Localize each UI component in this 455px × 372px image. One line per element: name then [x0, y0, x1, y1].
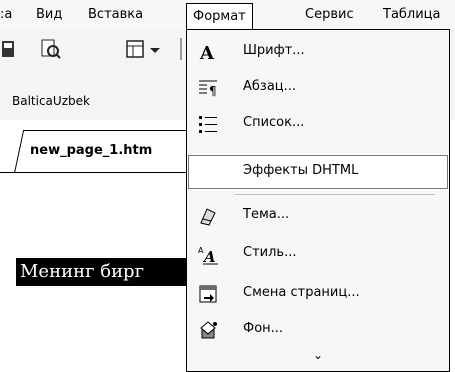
font-A-icon: A — [199, 43, 215, 63]
paragraph-icon: ¶ — [199, 80, 217, 98]
menu-item-label: Смена страниц... — [243, 285, 360, 300]
menu-item-page-transition[interactable]: Смена страниц... — [187, 276, 449, 312]
page-transition-icon — [199, 285, 217, 303]
format-menu: A Шрифт... ¶ Абзац... Список... Эффекты … — [186, 29, 450, 372]
menu-item-font[interactable]: A Шрифт... — [187, 34, 449, 70]
menu-item-style[interactable]: A A Стиль... — [187, 236, 449, 272]
menu-item-view[interactable]: Вид — [36, 7, 62, 22]
svg-text:A: A — [199, 43, 215, 63]
svg-text:A: A — [202, 248, 216, 265]
menu-item-dhtml-effects[interactable]: Эффекты DHTML — [187, 154, 449, 190]
menu-item-file-partial[interactable]: :а — [0, 7, 12, 22]
menu-item-background[interactable]: Фон... — [187, 312, 449, 348]
list-icon — [199, 116, 217, 133]
menu-bar: :а Вид Вставка Формат Сервис Таблица — [0, 0, 455, 31]
menu-item-label: Список... — [243, 115, 305, 130]
menu-item-label: Абзац... — [243, 79, 297, 94]
menu-item-label: Стиль... — [243, 245, 297, 260]
expand-menu-chevron-icon[interactable]: ⌄ — [187, 348, 449, 368]
menu-item-paragraph[interactable]: ¶ Абзац... — [187, 70, 449, 106]
preview-icon[interactable] — [40, 38, 62, 60]
menu-separator — [235, 194, 435, 195]
toolbar-separator — [180, 38, 182, 60]
dropdown-arrow-icon[interactable] — [148, 38, 162, 60]
menu-item-theme[interactable]: Тема... — [187, 198, 449, 234]
menu-item-label: Эффекты DHTML — [243, 163, 359, 178]
menu-item-list[interactable]: Список... — [187, 106, 449, 142]
menu-item-label: Фон... — [243, 321, 284, 336]
menu-item-format[interactable]: Формат — [186, 3, 253, 30]
font-name-field[interactable]: BalticaUzbek — [12, 94, 90, 108]
menu-item-label: Шрифт... — [243, 43, 305, 58]
tab-baseline — [0, 172, 200, 173]
background-icon — [200, 321, 217, 339]
theme-icon — [200, 208, 216, 226]
save-icon[interactable] — [0, 38, 22, 60]
selected-document-text[interactable]: Менинг бирг — [16, 258, 194, 286]
menu-item-insert[interactable]: Вставка — [88, 7, 143, 22]
style-icon: A A — [198, 246, 218, 265]
document-tab-label: new_page_1.htm — [30, 143, 153, 158]
menu-item-label: Тема... — [243, 207, 290, 222]
menu-item-tools[interactable]: Сервис — [305, 7, 354, 22]
svg-text:¶: ¶ — [209, 84, 217, 98]
layout-icon[interactable] — [124, 38, 146, 60]
menu-item-table[interactable]: Таблица — [383, 7, 441, 22]
